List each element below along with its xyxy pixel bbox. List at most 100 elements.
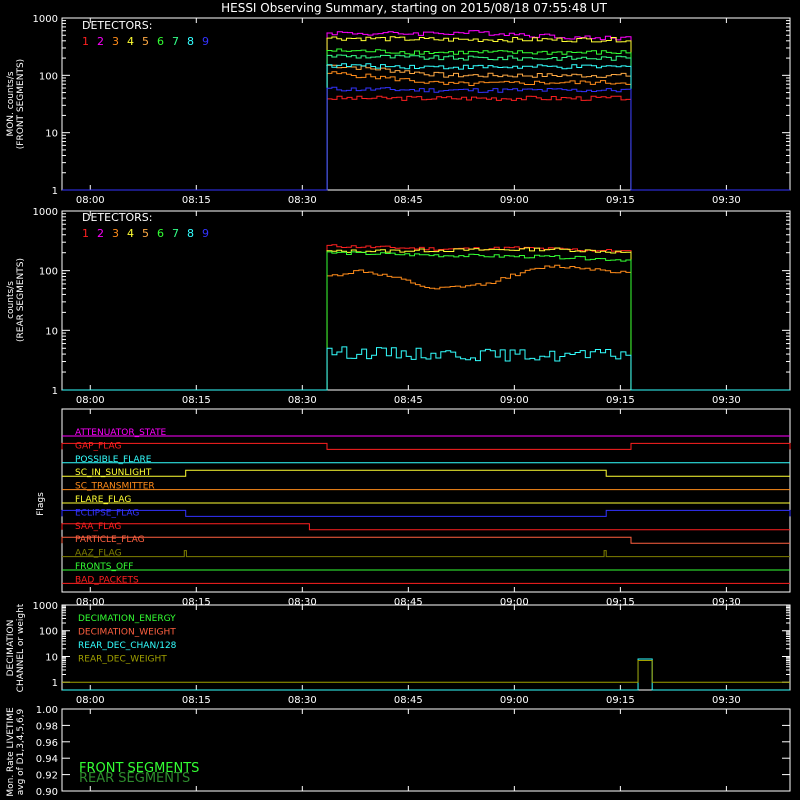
dec-legend-decimation-weight: DECIMATION_WEIGHT (78, 628, 176, 638)
front-legend-det-3: 3 (112, 35, 119, 48)
rear-legend-det-4: 4 (127, 227, 134, 240)
front-xtick-label: 08:30 (288, 195, 317, 206)
live-ytick-label: 0.92 (36, 771, 58, 782)
rear-series-det1 (62, 244, 790, 391)
flag-line-sc_in_sunlight (62, 469, 790, 477)
front-legend-header: DETECTORS: (82, 19, 152, 32)
front-segments-panel: MON. counts/s (FRONT SEGMENTS) DETECTORS… (6, 14, 791, 206)
rear-series-det6 (62, 251, 790, 391)
figure-title: HESSI Observing Summary, starting on 201… (221, 1, 607, 15)
rear-xtick-label: 08:30 (288, 395, 317, 406)
decimation-ytick-label: 10 (45, 652, 58, 663)
front-legend-det-4: 4 (127, 35, 134, 48)
rear-series-det3 (62, 264, 790, 391)
flags-ylabel: Flags (36, 492, 46, 516)
live-ylabel-line1: Mon. Rate LIVETIME (6, 707, 16, 797)
dec-legend-decimation-energy: DECIMATION_ENERGY (78, 614, 176, 624)
live-ytick-label: 0.96 (36, 738, 58, 749)
front-xtick-label: 09:15 (606, 195, 635, 206)
rear-legend-det-6: 6 (157, 227, 164, 240)
rear-legend-numbers: 123456789 (82, 227, 209, 240)
front-ylabel-line1: MON. counts/s (6, 71, 16, 136)
live-ylabel-line2: avg of D1,3,4,5,6,9 (16, 708, 26, 795)
rear-legend-det-1: 1 (82, 227, 89, 240)
flag-line-gap_flag (61, 442, 791, 450)
dec-ylabel-line2: CHANNEL or weight (16, 603, 26, 692)
dec-legend-rear-dec-chan-128: REAR_DEC_CHAN/128 (78, 641, 177, 651)
decimation-xtick-label: 08:15 (182, 695, 211, 706)
live-ytick-label: 0.90 (36, 787, 58, 798)
front-xtick-label: 08:15 (182, 195, 211, 206)
decimation-xtick-label: 08:30 (288, 695, 317, 706)
decimation-panel: DECIMATION CHANNEL or weight 08:00 08:15 0… (6, 601, 791, 706)
rear-xtick-label: 08:00 (76, 395, 105, 406)
decimation-xtick-label: 08:45 (394, 695, 423, 706)
front-ytick-label: 10 (45, 129, 58, 140)
rear-ytick-label: 1000 (33, 207, 58, 218)
rear-xtick-label: 08:45 (394, 395, 423, 406)
rear-legend-det-7: 7 (172, 227, 179, 240)
front-ylabel-line2: (FRONT SEGMENTS) (16, 59, 26, 149)
live-legend-rear-segments: REAR SEGMENTS (79, 771, 190, 786)
live-ytick-label: 1.00 (36, 705, 58, 716)
rear-xtick-label: 09:30 (712, 395, 741, 406)
front-legend-det-2: 2 (97, 35, 104, 48)
rear-ylabel-line2: (REAR SEGMENTS) (16, 258, 26, 342)
flag-line-aaz_flag (62, 550, 790, 558)
front-series-det5 (62, 63, 790, 191)
rear-ylabel-line1: counts/s (6, 281, 16, 319)
rear-ytick-label: 10 (45, 326, 58, 337)
rear-legend-det-8: 8 (187, 227, 194, 240)
decimation-xtick-label: 09:00 (500, 695, 529, 706)
flag-line-particle_flag (61, 536, 790, 544)
front-legend-det-9: 9 (202, 35, 209, 48)
rear-segments-panel: counts/s (REAR SEGMENTS) DETECTORS: 1234… (6, 207, 791, 406)
rear-xtick-label: 09:15 (606, 395, 635, 406)
front-legend-det-7: 7 (172, 35, 179, 48)
rear-legend-det-9: 9 (202, 227, 209, 240)
rear-legend-header: DETECTORS: (82, 211, 152, 224)
decimation-ytick-label: 1000 (33, 601, 58, 612)
front-series-det9 (62, 86, 790, 191)
front-ytick-label: 1000 (33, 14, 58, 25)
decimation-xtick-label: 09:30 (712, 695, 741, 706)
rear-xtick-label: 09:00 (500, 395, 529, 406)
flag-line-saa_flag (61, 523, 790, 531)
front-xtick-label: 08:45 (394, 195, 423, 206)
front-legend-det-5: 5 (142, 35, 149, 48)
front-xtick-label: 09:00 (500, 195, 529, 206)
dec-legend-rear-dec-weight: REAR_DEC_WEIGHT (78, 655, 167, 665)
front-legend-numbers: 123456789 (82, 35, 209, 48)
rear-legend-det-3: 3 (112, 227, 119, 240)
live-ytick-label: 0.98 (36, 721, 58, 732)
flag-line-eclipse_flag (61, 509, 791, 517)
decimation-xtick-label: 08:00 (76, 695, 105, 706)
live-ytick-label: 0.94 (36, 754, 58, 765)
front-legend-det-6: 6 (157, 35, 164, 48)
dec-series-rear-dec-weight (62, 659, 790, 683)
front-ytick-label: 1 (52, 186, 58, 197)
rear-ytick-label: 100 (39, 267, 58, 278)
front-xtick-label: 09:30 (712, 195, 741, 206)
hessi-summary-figure: HESSI Observing Summary, starting on 201… (6, 1, 791, 798)
front-xtick-label: 08:00 (76, 195, 105, 206)
decimation-ytick-label: 1 (52, 678, 58, 689)
flags-panel: Flags 08:00 08:15 08:30 08:45 09:00 09:15 09:3… (36, 408, 791, 608)
rear-ytick-label: 1 (52, 386, 58, 397)
dec-series-rear-dec-chan-128 (62, 658, 790, 691)
rear-xtick-label: 08:15 (182, 395, 211, 406)
dec-ylabel-line1: DECIMATION (6, 620, 16, 677)
livetime-panel: Mon. Rate LIVETIME avg of D1,3,4,5,6,9 0… (6, 705, 791, 798)
front-legend-det-1: 1 (82, 35, 89, 48)
front-legend-det-8: 8 (187, 35, 194, 48)
front-series-det2 (62, 30, 790, 191)
rear-legend-det-5: 5 (142, 227, 149, 240)
front-ytick-label: 100 (39, 71, 58, 82)
rear-legend-det-2: 2 (97, 227, 104, 240)
decimation-xtick-label: 09:15 (606, 695, 635, 706)
rear-series-det8 (62, 346, 790, 391)
front-series-det8 (62, 63, 790, 191)
front-series-det1 (62, 95, 790, 191)
front-series-det6 (62, 48, 790, 191)
decimation-ytick-label: 100 (39, 627, 58, 638)
